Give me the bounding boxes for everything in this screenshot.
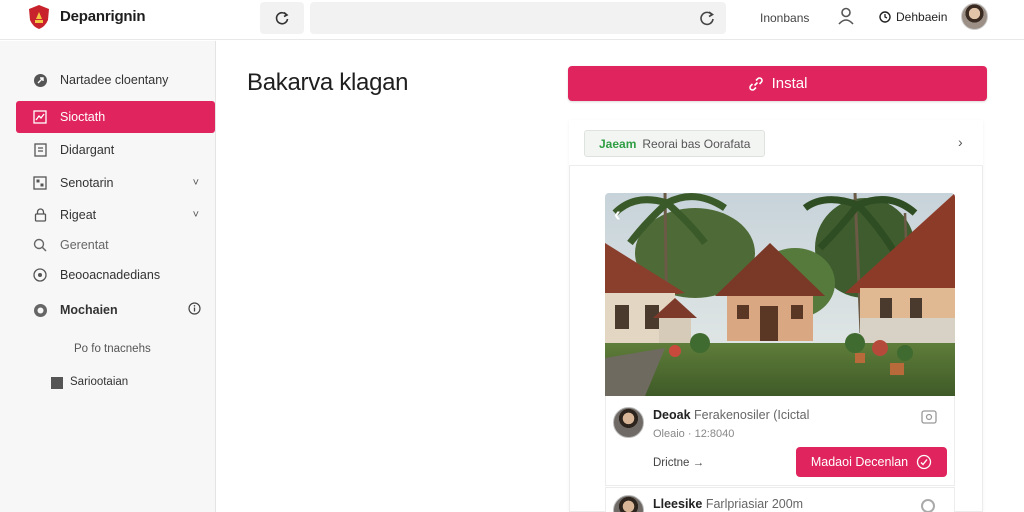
chevron-right-icon[interactable]: › (958, 134, 963, 150)
sidebar-item-label: Mochaien (60, 303, 118, 317)
square-icon (51, 377, 63, 389)
refresh-icon[interactable] (698, 9, 716, 27)
listing-photo[interactable] (605, 193, 955, 396)
sidebar-item-label: Nartadee cloentany (60, 73, 169, 87)
info-icon[interactable] (188, 302, 201, 318)
lock-icon (32, 207, 48, 223)
sidebar-item-label: Didargant (60, 143, 115, 157)
install-button[interactable]: Instal (568, 66, 987, 101)
sidebar-item-overview[interactable]: Nartadee cloentany (16, 64, 215, 96)
sidebar-item-statistics[interactable]: Sioctath (16, 101, 215, 133)
sidebar-subitem[interactable]: Sariootaian (70, 376, 128, 388)
moderate-button[interactable]: Madaoi Decenlan (796, 447, 947, 477)
sidebar-item-search[interactable]: Gerentat (16, 229, 215, 261)
chevron-down-icon[interactable]: ˅ (193, 177, 199, 189)
user-avatar[interactable] (961, 3, 988, 30)
listing-meta: Oleaio · 12:8040 (653, 428, 735, 440)
chevron-down-icon[interactable]: ˅ (193, 209, 199, 221)
target-icon (32, 267, 48, 283)
clock-icon (879, 11, 891, 23)
brand-name[interactable]: Depanrignin (60, 8, 146, 25)
listing-title[interactable]: Lleesike Farlpriasiar 200m (653, 497, 803, 511)
top-bar: Depanrignin Inonbans Dehbaein (0, 0, 1024, 40)
rocket-icon (32, 72, 48, 88)
house-photo-image (605, 193, 955, 396)
page-title: Bakarva klagan (247, 69, 409, 96)
document-icon (32, 142, 48, 158)
shield-logo-icon[interactable] (28, 4, 50, 30)
listing-name: Lleesike (653, 497, 703, 511)
search-icon (32, 237, 48, 253)
user-icon[interactable] (836, 6, 856, 26)
listing-name-rest: Ferakenosiler (694, 408, 770, 422)
sidebar-item-label: Beooacnadedians (60, 268, 161, 282)
chevron-left-icon[interactable]: ‹ (614, 204, 621, 227)
sidebar-item-label: Senotarin (60, 176, 114, 190)
sidebar-item-moderation[interactable]: Mochaien (16, 294, 215, 326)
listing-title[interactable]: Deoak Ferakenosiler (Icictal (653, 408, 809, 422)
listing-state[interactable]: Drictne → (653, 457, 704, 469)
image-icon[interactable] (921, 410, 937, 424)
listing-name: Deoak (653, 408, 691, 422)
status-icon[interactable] (921, 499, 935, 512)
grid-icon (32, 175, 48, 191)
listing-name-rest: Farlpriasiar 200m (705, 497, 804, 511)
filter-tag-prefix: Jaeam (599, 136, 637, 151)
chart-icon (32, 109, 48, 125)
sidebar-item-label: Sioctath (60, 110, 106, 124)
avatar[interactable] (613, 407, 644, 438)
sidebar-item-recommendations[interactable]: Beooacnadedians (16, 259, 215, 291)
sidebar-item-label: Rigeat (60, 208, 97, 222)
settings-menu[interactable]: Dehbaein (879, 10, 947, 24)
install-label: Instal (771, 75, 808, 92)
reload-icon (275, 11, 289, 25)
filter-tag-text: Reorai bas Oorafata (642, 136, 751, 151)
sidebar-subitem[interactable]: Po fo tnacnehs (74, 343, 151, 355)
sidebar-item-sections[interactable]: Senotarin ˅ (16, 167, 215, 199)
moderate-label: Madaoi Decenlan (810, 455, 909, 469)
search-input[interactable] (310, 2, 726, 34)
sidebar-item-label: Gerentat (60, 238, 109, 252)
top-nav-link[interactable]: Inonbans (760, 11, 809, 25)
settings-label: Dehbaein (896, 10, 948, 24)
reload-button[interactable] (260, 2, 304, 34)
sidebar-item-security[interactable]: Rigeat ˅ (16, 199, 215, 231)
check-circle-icon (916, 454, 932, 470)
sidebar-item-documents[interactable]: Didargant (16, 134, 215, 166)
link-icon (748, 76, 763, 91)
shield-icon (32, 302, 48, 318)
filter-tag[interactable]: Jaeam Reorai bas Oorafata (584, 130, 766, 157)
listing-name-suffix: (Icictal (773, 408, 810, 422)
